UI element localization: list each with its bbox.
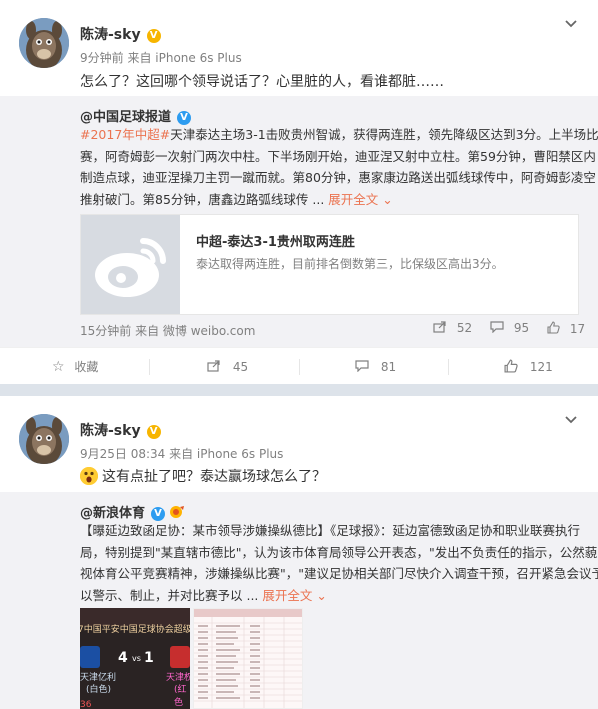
- favorite-button[interactable]: ☆ 收藏: [52, 348, 98, 386]
- username-text[interactable]: 陈涛-sky: [80, 423, 141, 439]
- repost-line: 【曝延边致函足协：某市领导涉嫌操纵德比】《足球报》：延边富德致函足协和职业联赛执…: [80, 523, 581, 538]
- media-image-2[interactable]: [193, 608, 303, 709]
- link-card[interactable]: 中超-泰达3-1贵州取两连胜 泰达取得两连胜，目前排名倒数第三，比保级区高出3分…: [80, 214, 579, 315]
- weibo-logo-icon: [81, 215, 180, 314]
- forward-count: 45: [232, 360, 249, 374]
- comment-count: 95: [513, 321, 530, 335]
- team-crest-icon: [80, 646, 100, 668]
- repost-line: 天津泰达主场3-1击败贵州智诚，获得两连胜，领先降级区达到3分。上半场比: [170, 127, 598, 142]
- avatar[interactable]: [19, 18, 69, 68]
- repost-line: 制造点球，迪亚涅操刀主罚一蹴而就。第80分钟，惠家康边路送出弧线球传中，阿奇姆彭…: [80, 170, 596, 185]
- verified-badge-icon: V: [151, 507, 166, 521]
- chevron-down-icon[interactable]: [564, 413, 578, 427]
- expand-link[interactable]: 展开全文 ⌄: [328, 192, 392, 207]
- feed-card-1: 陈涛-sky V 9分钟前 来自 iPhone 6s Plus 怎么了？这回哪个领…: [0, 0, 598, 384]
- post-meta: 9分钟前 来自 iPhone 6s Plus: [80, 51, 242, 65]
- username[interactable]: 陈涛-sky V: [80, 420, 161, 440]
- comment-count: 81: [380, 360, 397, 374]
- forward-count: 52: [456, 321, 473, 335]
- username-text[interactable]: 陈涛-sky: [80, 27, 141, 43]
- like-icon: [504, 359, 518, 373]
- verified-badge-icon: V: [177, 111, 192, 125]
- repost-block: @新浪体育 V 【曝延边致函足协：某市领导涉嫌操纵德比】《足球报》：延边富德致函足…: [0, 492, 598, 709]
- comment-icon: [490, 321, 504, 334]
- match-time: 36: [80, 700, 92, 709]
- like-icon: [547, 321, 560, 334]
- team-right-sub: (红色: [174, 685, 187, 708]
- avatar[interactable]: [19, 414, 69, 464]
- forward-icon: [433, 321, 446, 333]
- chevron-down-icon[interactable]: [564, 17, 578, 31]
- link-card-desc: 泰达取得两连胜，目前排名倒数第三，比保级区高出3分。: [196, 257, 504, 271]
- repost-text: #2017年中超#天津泰达主场3-1击败贵州智诚，获得两连胜，领先降级区达到3分…: [80, 124, 598, 210]
- repost-line: 局，特别提到"某直辖市德比"，认为该市体育局领导公开表态，"发出不负责任的指示，…: [80, 544, 598, 560]
- sports-badge-icon: [169, 505, 185, 519]
- score-right: 1: [144, 650, 154, 666]
- favorite-label: 收藏: [74, 360, 99, 374]
- post-text-content: 这有点扯了吧？泰达赢场球怎么了？: [102, 469, 326, 485]
- action-bar: ☆ 收藏 45 81 121: [0, 347, 598, 385]
- divider: [448, 359, 449, 375]
- comment-button[interactable]: 81: [355, 348, 396, 386]
- link-card-title[interactable]: 中超-泰达3-1贵州取两连胜: [196, 231, 355, 250]
- repost-author-text[interactable]: @新浪体育: [80, 506, 145, 521]
- repost-line: 推射破门。第85分钟，唐鑫边路弧线球传 ...: [80, 191, 325, 207]
- verified-badge-icon: V: [146, 425, 161, 439]
- repost-block: @中国足球报道 V #2017年中超#天津泰达主场3-1击败贵州智诚，获得两连胜，…: [0, 96, 598, 347]
- post-meta: 9月25日 08:34 来自 iPhone 6s Plus: [80, 447, 284, 461]
- repost-line: 赛，阿奇姆彭一次射门两次中柱。下半场刚开始，迪亚涅又射中立柱。第59分钟，曹阳禁…: [80, 148, 596, 164]
- divider: [149, 359, 150, 375]
- expand-label[interactable]: 展开全文: [262, 588, 312, 603]
- repost-forward-count[interactable]: 52: [433, 321, 472, 335]
- repost-text: 【曝延边致函足协：某市领导涉嫌操纵德比】《足球报》：延边富德致函足协和职业联赛执…: [80, 520, 598, 606]
- expand-link[interactable]: 展开全文 ⌄: [262, 588, 326, 603]
- surprised-emoji-icon: [80, 467, 98, 485]
- divider: [299, 359, 300, 375]
- repost-meta: 15分钟前 来自 微博 weibo.com: [80, 324, 256, 338]
- team-left-sub: (白色): [86, 685, 112, 695]
- repost-author[interactable]: @新浪体育 V: [80, 502, 185, 521]
- score-left: 4: [118, 650, 128, 666]
- forward-button[interactable]: 45: [207, 348, 248, 386]
- like-button[interactable]: 121: [504, 348, 553, 386]
- repost-line: 视体育公平竞赛精神，涉嫌操纵比赛"，"建议足协相关部门尽快介入调查干预，召开紧急…: [80, 566, 598, 581]
- repost-author-text[interactable]: @中国足球报道: [80, 110, 171, 125]
- repost-like-count[interactable]: 17: [547, 321, 585, 336]
- like-count: 17: [569, 322, 586, 336]
- chevron-down-icon: ⌄: [316, 587, 327, 603]
- comment-icon: [355, 360, 369, 373]
- chevron-down-icon: ⌄: [382, 191, 393, 207]
- username[interactable]: 陈涛-sky V: [80, 24, 161, 44]
- post-text: 这有点扯了吧？泰达赢场球怎么了？: [80, 466, 326, 486]
- feed-card-2: 陈涛-sky V 9月25日 08:34 来自 iPhone 6s Plus 这有…: [0, 396, 598, 709]
- star-icon: ☆: [52, 359, 65, 375]
- like-count: 121: [529, 360, 553, 374]
- repost-line: 以警示、制止，并对比赛予以 ...: [80, 587, 259, 603]
- forward-icon: [207, 360, 220, 372]
- standings-table-image: [194, 609, 302, 708]
- hashtag-link[interactable]: #2017年中超#: [80, 127, 170, 142]
- repost-comment-count[interactable]: 95: [490, 321, 529, 335]
- media-image-1[interactable]: 7中国平安中国足球协会超级 天津亿利 (白色) 天津权 (红色 4 vs 1 3…: [80, 608, 190, 709]
- expand-label[interactable]: 展开全文: [328, 192, 378, 207]
- post-text: 怎么了？这回哪个领导说话了？心里脏的人，看谁都脏……: [80, 74, 444, 90]
- team-crest-icon: [170, 646, 190, 668]
- score-vs: vs: [132, 654, 141, 663]
- media-banner-text: 7中国平安中国足球协会超级: [80, 625, 190, 635]
- verified-badge-icon: V: [146, 29, 161, 43]
- repost-author[interactable]: @中国足球报道 V: [80, 106, 192, 125]
